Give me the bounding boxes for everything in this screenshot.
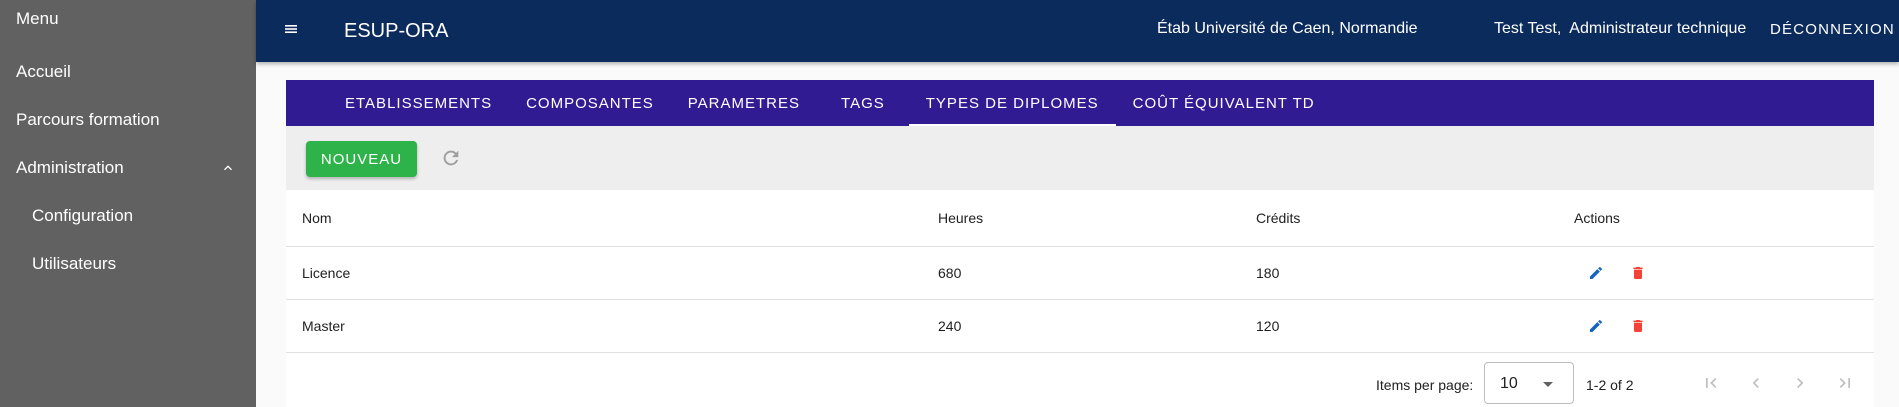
column-header-heures[interactable]: Heures <box>922 190 1240 247</box>
page-range-label: 1-2 of 2 <box>1586 376 1634 393</box>
page-size-select[interactable]: 10 <box>1484 361 1574 404</box>
sidebar-item-utilisateurs[interactable]: Utilisateurs <box>0 240 256 288</box>
delete-button[interactable] <box>1626 314 1650 338</box>
column-header-credits[interactable]: Crédits <box>1240 190 1558 247</box>
sidebar-item-label: Accueil <box>16 62 71 81</box>
trash-icon <box>1633 319 1643 332</box>
table-row: Master 240 120 <box>286 299 1874 353</box>
sidebar-item-label: Configuration <box>32 206 134 225</box>
items-per-page-label: Items per page: <box>1376 376 1474 393</box>
last-page-icon <box>1839 377 1850 388</box>
sidebar-menu-title: Menu <box>16 9 59 28</box>
main-content: ETABLISSEMENTS COMPOSANTES PARAMETRES TA… <box>286 80 1874 407</box>
sidebar-item-administration[interactable]: Administration <box>0 144 256 192</box>
top-bar: ESUP-ORA Étab Université de Caen, Norman… <box>256 0 1899 62</box>
page-size-value: 10 <box>1500 374 1518 392</box>
paginator: Items per page: 10 1-2 of 2 <box>286 352 1874 407</box>
first-page-button[interactable] <box>1699 371 1723 395</box>
trash-icon <box>1633 266 1643 279</box>
cell-actions <box>1558 299 1874 353</box>
next-page-button[interactable] <box>1788 371 1812 395</box>
logout-button[interactable]: DÉCONNEXION <box>1770 21 1895 38</box>
delete-button[interactable] <box>1626 261 1650 285</box>
tab-parametres[interactable]: PARAMETRES <box>671 80 817 126</box>
etablissement-label: Étab Université de Caen, Normandie <box>1157 20 1418 37</box>
cell-nom: Licence <box>286 246 922 300</box>
tab-etablissements[interactable]: ETABLISSEMENTS <box>328 80 509 126</box>
hamburger-menu-icon[interactable] <box>282 22 300 36</box>
pencil-icon <box>1590 266 1603 279</box>
sidebar-item-label: Utilisateurs <box>32 254 117 273</box>
column-header-actions: Actions <box>1558 190 1874 247</box>
new-button[interactable]: NOUVEAU <box>306 141 417 177</box>
tab-composantes[interactable]: COMPOSANTES <box>509 80 671 126</box>
sidebar-item-label: Parcours formation <box>16 110 160 129</box>
previous-page-button[interactable] <box>1744 371 1768 395</box>
refresh-button[interactable] <box>439 146 463 170</box>
first-page-icon <box>1706 377 1717 388</box>
edit-button[interactable] <box>1584 261 1608 285</box>
chevron-left-icon <box>1752 377 1759 388</box>
cell-heures: 680 <box>922 246 1240 300</box>
chevron-up-icon <box>224 165 232 171</box>
dropdown-arrow-icon <box>1543 381 1553 387</box>
table-row: Licence 680 180 <box>286 246 1874 300</box>
cell-actions <box>1558 246 1874 300</box>
diplome-types-table: Nom Heures Crédits Actions Licence 680 1… <box>286 190 1874 353</box>
cell-credits: 120 <box>1240 299 1558 353</box>
cell-nom: Master <box>286 299 922 353</box>
column-header-nom[interactable]: Nom <box>286 190 922 247</box>
tab-types-de-diplomes[interactable]: TYPES DE DIPLOMES <box>908 80 1116 126</box>
sidebar-item-accueil[interactable]: Accueil <box>0 48 256 96</box>
tab-tags[interactable]: TAGS <box>817 80 909 126</box>
pencil-icon <box>1590 319 1603 332</box>
chevron-right-icon <box>1797 377 1804 388</box>
table-header-row: Nom Heures Crédits Actions <box>286 190 1874 247</box>
toolbar: NOUVEAU <box>286 126 1874 190</box>
app-title: ESUP-ORA <box>344 20 449 42</box>
sidebar-item-parcours-formation[interactable]: Parcours formation <box>0 96 256 144</box>
refresh-icon <box>443 150 459 166</box>
tab-cout-equivalent-td[interactable]: COÛT ÉQUIVALENT TD <box>1116 80 1332 126</box>
tab-bar: ETABLISSEMENTS COMPOSANTES PARAMETRES TA… <box>286 80 1874 126</box>
user-label: Test Test, Administrateur technique <box>1494 20 1747 37</box>
edit-button[interactable] <box>1584 314 1608 338</box>
cell-heures: 240 <box>922 299 1240 353</box>
last-page-button[interactable] <box>1833 371 1857 395</box>
sidebar-item-configuration[interactable]: Configuration <box>0 192 256 240</box>
sidebar: Menu Accueil Parcours formation Administ… <box>0 0 256 407</box>
cell-credits: 180 <box>1240 246 1558 300</box>
sidebar-item-label: Administration <box>16 158 124 177</box>
